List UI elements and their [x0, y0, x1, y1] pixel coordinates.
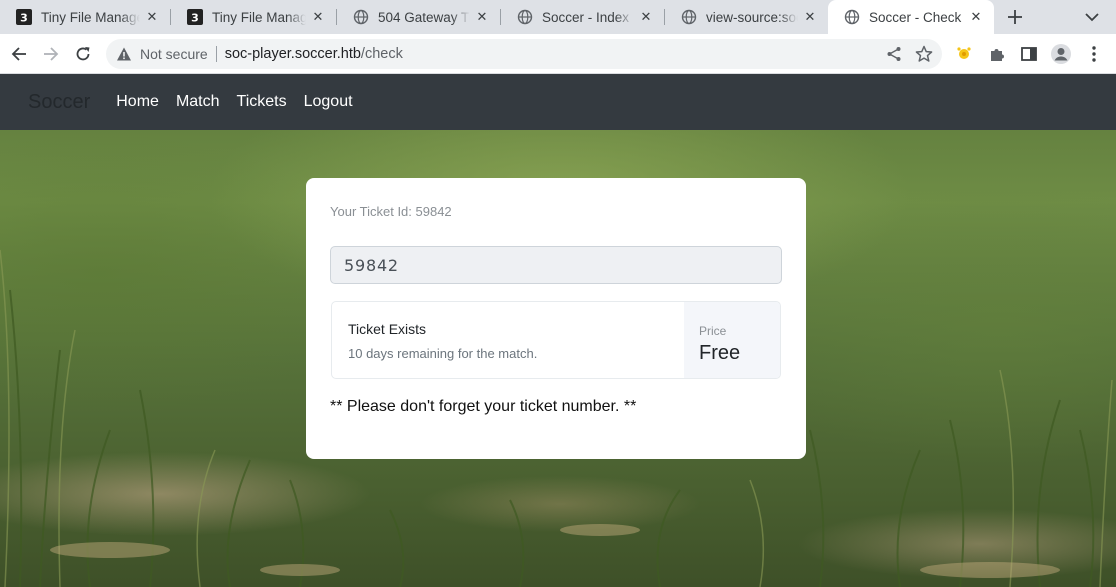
- nav-home[interactable]: Home: [116, 93, 159, 111]
- tab-soccer-check[interactable]: Soccer - Check ✕: [828, 0, 994, 34]
- side-panel-icon[interactable]: [1018, 43, 1040, 65]
- tab-search-button[interactable]: [1082, 7, 1102, 27]
- ticket-status: Ticket Exists: [348, 321, 427, 337]
- site-brand[interactable]: Soccer: [28, 91, 90, 114]
- tab-title: view-source:soccer.htb: [706, 9, 798, 25]
- close-tab-icon[interactable]: ✕: [310, 9, 326, 25]
- extension-icon[interactable]: [953, 43, 975, 65]
- globe-icon: [353, 9, 369, 25]
- page-viewport: Soccer Home Match Tickets Logout Your Ti…: [0, 74, 1116, 587]
- tab-file-manager-2[interactable]: 3 Tiny File Manager ✕: [171, 0, 336, 34]
- tab-title: Soccer - Check: [869, 9, 962, 25]
- svg-text:3: 3: [191, 12, 199, 25]
- warning-icon[interactable]: [116, 46, 132, 62]
- price-label: Price: [699, 324, 727, 338]
- back-button[interactable]: [7, 42, 31, 66]
- new-tab-button[interactable]: [1004, 6, 1026, 28]
- ticket-reminder: ** Please don't forget your ticket numbe…: [330, 398, 637, 415]
- bookmark-star-icon[interactable]: [915, 45, 933, 63]
- tab-title: Tiny File Manager: [41, 9, 140, 25]
- tab-strip: 3 Tiny File Manager ✕ 3 Tiny File Manage…: [0, 0, 1116, 34]
- ticket-check-card: Your Ticket Id: 59842 59842 Ticket Exist…: [306, 178, 806, 459]
- forward-arrow-icon: [44, 47, 59, 61]
- globe-icon: [681, 9, 697, 25]
- close-tab-icon[interactable]: ✕: [144, 9, 160, 25]
- reload-button[interactable]: [71, 42, 95, 66]
- price-value: Free: [699, 342, 741, 364]
- globe-icon: [844, 9, 860, 25]
- close-tab-icon[interactable]: ✕: [968, 9, 984, 25]
- ticket-result-panel: Ticket Exists 10 days remaining for the …: [331, 301, 781, 379]
- nav-tickets[interactable]: Tickets: [237, 93, 287, 111]
- tab-file-manager-1[interactable]: 3 Tiny File Manager ✕: [0, 0, 170, 34]
- tab-view-source[interactable]: view-source:soccer.htb ✕: [665, 0, 828, 34]
- tab-title: Soccer - Index: [542, 9, 630, 25]
- tab-soccer-index[interactable]: Soccer - Index ✕: [501, 0, 664, 34]
- chevron-down-icon: [1085, 13, 1099, 22]
- not-secure-label[interactable]: Not secure: [140, 46, 208, 62]
- share-icon[interactable]: [886, 46, 902, 62]
- file-manager-favicon-icon: 3: [187, 9, 203, 25]
- url-path: /check: [360, 46, 403, 62]
- ticket-result-info: Ticket Exists 10 days remaining for the …: [332, 302, 684, 378]
- url-host: soc-player.soccer.htb: [224, 46, 361, 62]
- svg-text:3: 3: [20, 12, 28, 25]
- plus-icon: [1008, 10, 1022, 24]
- close-tab-icon[interactable]: ✕: [638, 9, 654, 25]
- extensions-puzzle-icon[interactable]: [986, 43, 1008, 65]
- ticket-remaining-days: 10 days remaining for the match.: [348, 346, 538, 361]
- globe-icon: [517, 9, 533, 25]
- address-divider: [215, 46, 217, 62]
- site-navbar: Soccer Home Match Tickets Logout: [0, 74, 1116, 130]
- tab-gateway-timeout[interactable]: 504 Gateway Time-out ✕: [337, 0, 500, 34]
- ticket-id-input[interactable]: 59842: [330, 246, 782, 284]
- url-text[interactable]: soc-player.soccer.htb/check: [225, 46, 403, 62]
- browser-menu-icon[interactable]: [1083, 43, 1105, 65]
- profile-avatar-icon[interactable]: [1050, 43, 1072, 65]
- tab-title: 504 Gateway Time-out: [378, 9, 470, 25]
- address-bar[interactable]: Not secure soc-player.soccer.htb/check: [106, 39, 942, 69]
- file-manager-favicon-icon: 3: [16, 9, 32, 25]
- close-tab-icon[interactable]: ✕: [802, 9, 818, 25]
- nav-match[interactable]: Match: [176, 93, 220, 111]
- close-tab-icon[interactable]: ✕: [474, 9, 490, 25]
- back-arrow-icon: [11, 47, 26, 61]
- forward-button[interactable]: [39, 42, 63, 66]
- nav-logout[interactable]: Logout: [304, 93, 353, 111]
- ticket-price-box: Price Free: [684, 302, 780, 378]
- tab-title: Tiny File Manager: [212, 9, 306, 25]
- reload-icon: [76, 47, 90, 61]
- ticket-id-label: Your Ticket Id: 59842: [330, 204, 452, 219]
- browser-toolbar: Not secure soc-player.soccer.htb/check: [0, 34, 1116, 74]
